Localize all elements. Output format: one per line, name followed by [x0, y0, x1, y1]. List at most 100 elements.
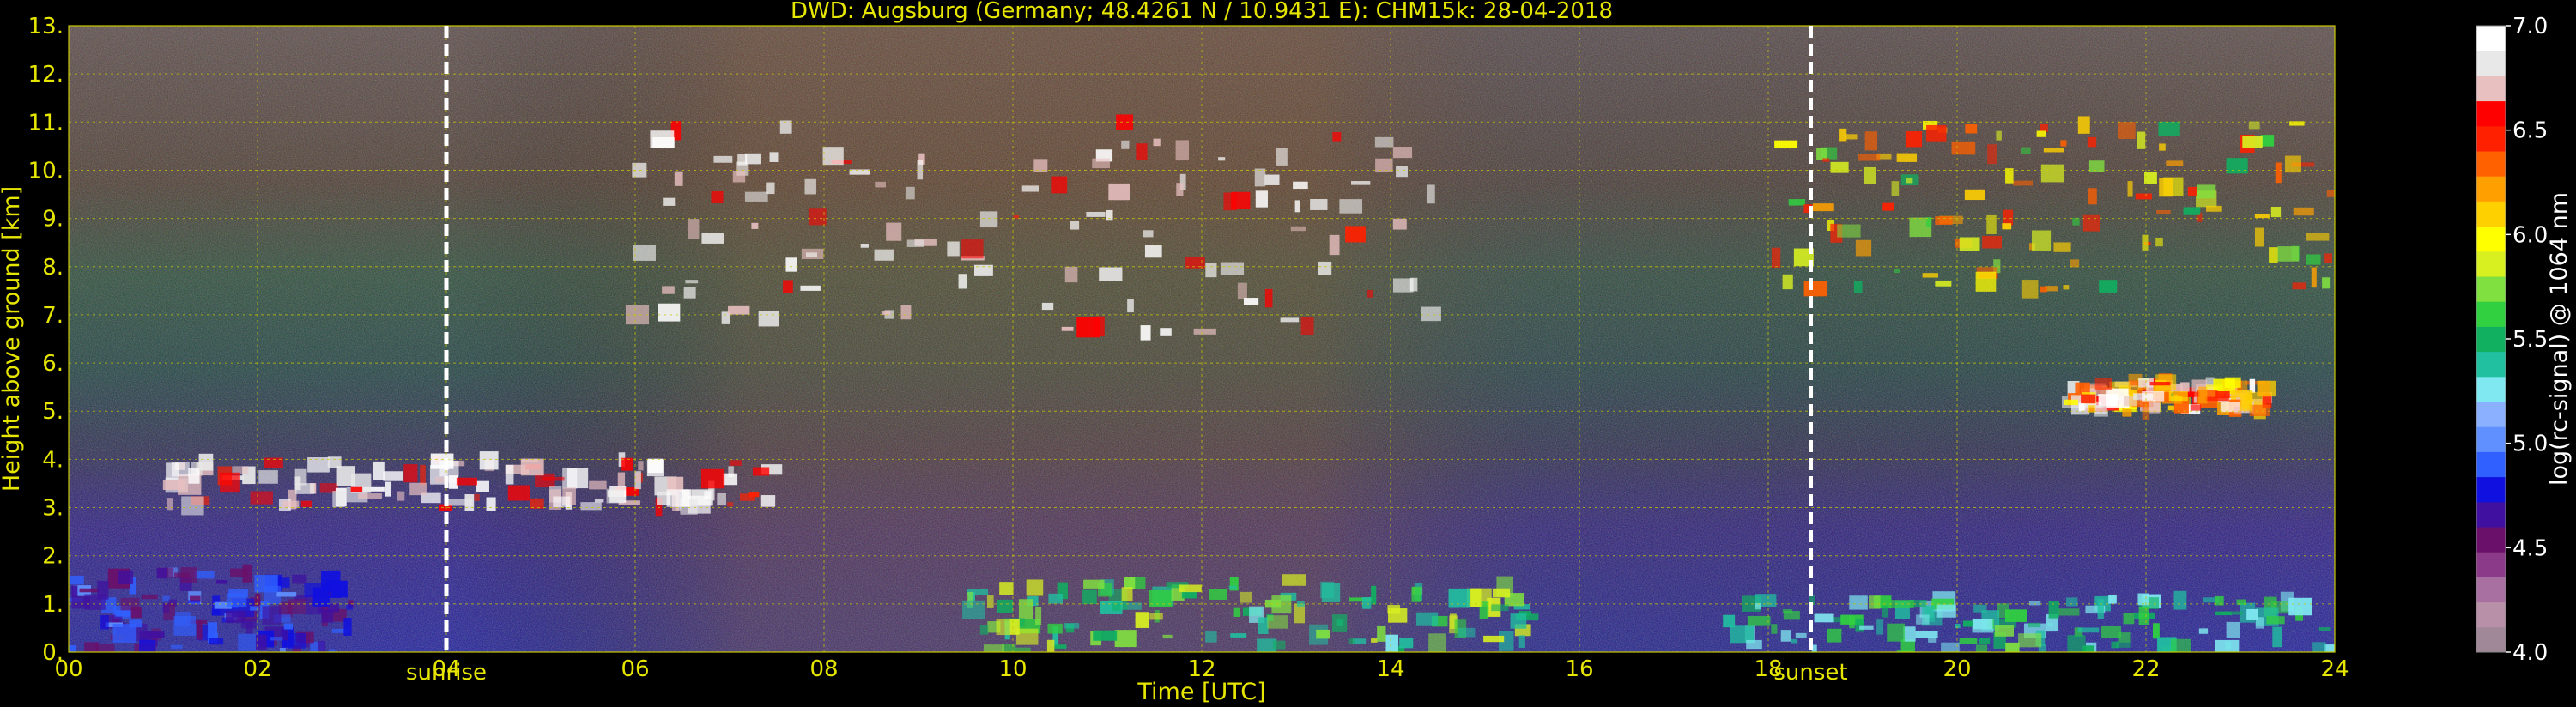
boundary-layer-convective-cell — [1518, 635, 1525, 648]
mid-level-cloud-layer-cell — [439, 460, 459, 477]
evening-boundary-layer-cell — [2215, 611, 2232, 616]
plot-area — [69, 26, 2335, 652]
mid-level-cloud-layer-cell — [505, 464, 514, 485]
colorbar-swatch — [2476, 226, 2506, 252]
residual-layer-cell — [254, 575, 278, 593]
mid-level-cloud-layer-cell — [250, 491, 273, 505]
mid-level-cloud-layer-cell — [358, 493, 382, 499]
cirrus-clouds-day-cell — [1127, 299, 1134, 313]
cirrus-clouds-day-cell — [1086, 211, 1106, 217]
mid-level-cloud-layer-cell — [327, 456, 342, 468]
evening-boundary-layer-cell — [2152, 623, 2160, 639]
mid-level-cloud-layer-cell — [530, 498, 544, 509]
cirrus-clouds-day-cell — [1339, 199, 1363, 214]
evening-boundary-layer-cell — [1869, 595, 1881, 609]
boundary-layer-convective-cell — [1083, 579, 1105, 589]
cirrus-clouds-evening-cell — [1986, 214, 1997, 234]
mid-level-cloud-patches-cell — [2168, 390, 2188, 402]
cirrus-clouds-evening-cell — [2135, 193, 2152, 200]
mid-level-cloud-layer-cell — [403, 464, 418, 483]
cirrus-clouds-evening-cell — [2289, 121, 2305, 126]
mid-level-cloud-patches-cell — [2224, 377, 2241, 388]
cirrus-clouds-evening-cell — [2159, 178, 2173, 197]
mid-level-cloud-patches-cell — [2081, 394, 2096, 404]
colorbar-swatch — [2476, 276, 2506, 302]
mid-level-cloud-layer-cell — [171, 462, 190, 477]
x-tick-label: 06 — [621, 656, 649, 682]
residual-layer-cell — [346, 604, 354, 610]
cirrus-clouds-day-cell — [1176, 183, 1184, 196]
cirrus-clouds-evening-cell — [1891, 181, 1900, 196]
cirrus-clouds-evening-cell — [2070, 259, 2080, 268]
mid-level-cloud-layer-cell — [167, 498, 173, 511]
cirrus-clouds-day-cell — [1255, 190, 1268, 208]
cirrus-clouds-evening-cell — [1975, 271, 1997, 292]
boundary-layer-convective-cell — [979, 625, 989, 635]
mid-level-cloud-layer-cell — [397, 491, 405, 501]
cirrus-clouds-day-cell — [783, 280, 793, 293]
colorbar-swatch — [2476, 51, 2506, 76]
cirrus-clouds-day-cell — [1193, 328, 1216, 335]
colorbar-swatch — [2476, 577, 2506, 603]
colorbar-tick-label: 5.0 — [2512, 432, 2548, 457]
residual-layer-cell — [100, 615, 109, 630]
cirrus-clouds-day-cell — [1280, 317, 1300, 323]
evening-boundary-layer-cell — [1791, 638, 1798, 644]
cirrus-clouds-evening-cell — [2118, 122, 2136, 140]
evening-boundary-layer-cell — [2266, 616, 2285, 625]
residual-layer-cell — [304, 583, 329, 598]
evening-boundary-layer-cell — [1973, 618, 1993, 630]
cirrus-clouds-day-cell — [1300, 317, 1314, 335]
cirrus-clouds-day-cell — [663, 197, 676, 206]
cirrus-clouds-day-cell — [808, 208, 827, 226]
cirrus-clouds-evening-cell — [1882, 202, 1894, 211]
cirrus-clouds-evening-cell — [1926, 124, 1947, 142]
cirrus-clouds-day-cell — [881, 311, 891, 316]
cirrus-clouds-day-cell — [1237, 282, 1247, 300]
cirrus-clouds-day-cell — [1375, 158, 1393, 172]
evening-boundary-layer-cell — [2028, 622, 2041, 628]
cirrus-clouds-evening-cell — [1935, 280, 1952, 287]
cirrus-clouds-evening-cell — [2311, 267, 2317, 288]
cirrus-clouds-evening-cell — [1774, 140, 1798, 149]
residual-layer-cell — [262, 606, 282, 625]
boundary-layer-convective-cell — [1233, 607, 1240, 617]
boundary-layer-convective-cell — [1258, 617, 1269, 635]
boundary-layer-convective-cell — [1510, 613, 1527, 629]
cirrus-clouds-evening-cell — [1896, 153, 1918, 162]
cirrus-clouds-day-cell — [1345, 226, 1366, 243]
evening-boundary-layer-cell — [1746, 639, 1762, 650]
cirrus-clouds-day-cell — [1121, 140, 1130, 149]
boundary-layer-convective-cell — [1294, 603, 1306, 624]
x-tick-label: 02 — [243, 656, 271, 682]
mid-level-cloud-patches-cell — [2239, 394, 2253, 411]
cirrus-clouds-day-cell — [658, 303, 681, 322]
residual-layer-cell — [226, 593, 247, 608]
cirrus-clouds-day-cell — [1290, 226, 1306, 232]
boundary-layer-convective-cell — [1332, 614, 1348, 632]
evening-boundary-layer-cell — [1916, 614, 1930, 625]
cirrus-clouds-evening-cell — [2099, 280, 2118, 293]
y-tick-label: 10. — [28, 158, 64, 184]
cirrus-clouds-evening-cell — [1905, 131, 1922, 148]
evening-boundary-layer-cell — [2288, 597, 2312, 616]
cirrus-clouds-day-cell — [860, 243, 869, 248]
cirrus-clouds-evening-cell — [1959, 237, 1980, 251]
cirrus-clouds-day-cell — [1392, 147, 1413, 159]
boundary-layer-convective-cell — [1114, 630, 1137, 648]
cirrus-clouds-day-cell — [1396, 166, 1408, 178]
cirrus-clouds-evening-cell — [2269, 247, 2278, 263]
cirrus-clouds-evening-cell — [2324, 253, 2332, 263]
evening-boundary-layer-cell — [2198, 628, 2209, 634]
cirrus-clouds-evening-cell — [2036, 130, 2046, 137]
mid-level-cloud-patches-cell — [2094, 378, 2112, 390]
mid-level-cloud-patches-cell — [2190, 404, 2202, 411]
boundary-layer-convective-cell — [1282, 574, 1306, 586]
boundary-layer-convective-cell — [999, 582, 1014, 595]
mid-level-cloud-patches-cell — [2094, 405, 2107, 414]
x-tick-label: 20 — [1943, 656, 1971, 682]
mid-level-cloud-patches-cell — [2206, 384, 2224, 390]
cirrus-clouds-day-cell — [1427, 184, 1435, 204]
boundary-layer-convective-cell — [1411, 586, 1421, 602]
cirrus-clouds-day-cell — [875, 181, 887, 188]
